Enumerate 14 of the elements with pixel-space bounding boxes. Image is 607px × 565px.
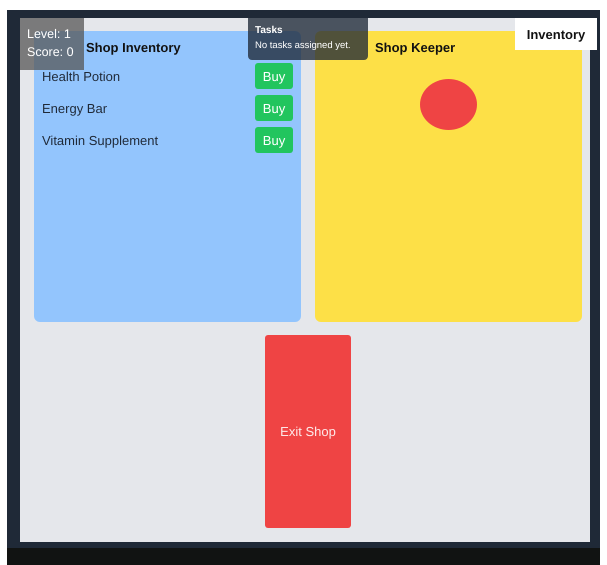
score-text: Score: 0 [27,44,75,60]
buy-button[interactable]: Buy [255,63,293,89]
inventory-button[interactable]: Inventory [515,18,597,50]
panel-title: Shop Keeper [375,39,456,56]
item-name: Vitamin Supplement [42,132,158,148]
buy-button[interactable]: Buy [255,127,293,153]
buy-button[interactable]: Buy [255,95,293,121]
tasks-message: No tasks assigned yet. [255,40,352,52]
item-name: Health Potion [42,68,120,84]
tasks-title: Tasks [255,25,284,37]
exit-button[interactable]: Exit Shop [265,335,351,528]
item-name: Energy Bar [42,100,108,116]
panel-title: Shop Inventory [86,39,181,56]
level-text: Level: 1 [27,26,72,42]
